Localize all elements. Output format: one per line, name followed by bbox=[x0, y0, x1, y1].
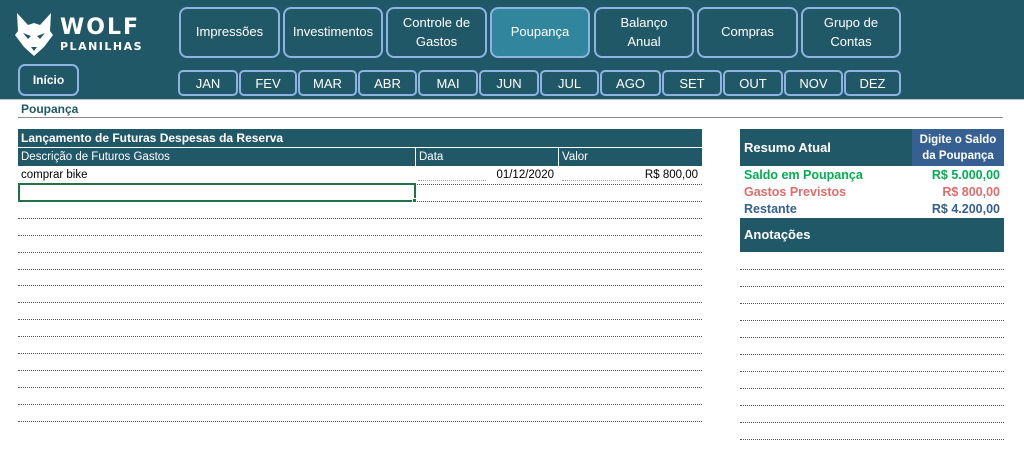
notes-line bbox=[740, 269, 1004, 270]
table-row-line bbox=[18, 218, 702, 219]
inicio-button[interactable]: Início bbox=[18, 64, 79, 96]
notes-line bbox=[740, 320, 1004, 321]
summary-value-gastos: R$ 800,00 bbox=[942, 185, 1000, 199]
notes-line bbox=[740, 337, 1004, 338]
table-row-line bbox=[18, 404, 702, 405]
table-row-line bbox=[18, 421, 702, 422]
notes-line bbox=[740, 405, 1004, 406]
summary-label-saldo: Saldo em Poupança bbox=[744, 168, 863, 182]
month-ago-button[interactable]: AGO bbox=[600, 70, 661, 96]
table-row-line bbox=[18, 285, 702, 286]
summary-value-saldo[interactable]: R$ 5.000,00 bbox=[932, 167, 1000, 184]
fill-handle[interactable] bbox=[412, 198, 417, 203]
notes-line bbox=[740, 354, 1004, 355]
expense-description-cell[interactable]: comprar bike bbox=[21, 167, 87, 183]
notes-line bbox=[740, 371, 1004, 372]
summary-label-restante: Restante bbox=[744, 202, 797, 216]
month-jul-button[interactable]: JUL bbox=[540, 70, 599, 96]
table-row-line bbox=[18, 302, 702, 303]
nav-impressoes-button[interactable]: Impressões bbox=[179, 7, 280, 58]
summary-label-gastos: Gastos Previstos bbox=[744, 185, 847, 199]
logo-subtitle: PLANILHAS bbox=[60, 39, 144, 53]
notes-line bbox=[740, 439, 1004, 440]
selected-cell[interactable] bbox=[18, 183, 416, 202]
month-abr-button[interactable]: ABR bbox=[358, 70, 417, 96]
summary-value-restante: R$ 4.200,00 bbox=[931, 202, 1000, 216]
wolf-head-icon bbox=[15, 13, 53, 56]
wolf-logo: WOLF PLANILHAS bbox=[14, 10, 144, 58]
notes-line bbox=[740, 422, 1004, 423]
month-dez-button[interactable]: DEZ bbox=[844, 70, 901, 96]
month-jan-button[interactable]: JAN bbox=[178, 70, 238, 96]
table-row-line bbox=[18, 387, 702, 388]
month-mar-button[interactable]: MAR bbox=[298, 70, 357, 96]
savings-input-note: Digite o Saldo da Poupança bbox=[912, 129, 1004, 166]
month-mai-button[interactable]: MAI bbox=[418, 70, 478, 96]
expenses-table-title: Lançamento de Futuras Despesas da Reserv… bbox=[18, 129, 702, 147]
date-dot-leader bbox=[418, 180, 486, 181]
table-row-line bbox=[18, 353, 702, 354]
table-row-line bbox=[18, 252, 702, 253]
month-jun-button[interactable]: JUN bbox=[479, 70, 539, 96]
value-dot-leader bbox=[562, 180, 640, 181]
notes-title: Anotações bbox=[740, 218, 1004, 252]
table-row-line bbox=[18, 336, 702, 337]
notes-line bbox=[740, 388, 1004, 389]
summary-row-gastos: Gastos Previstos R$ 800,00 bbox=[740, 184, 1004, 201]
column-header-description: Descrição de Futuros Gastos bbox=[18, 148, 415, 166]
table-row-line bbox=[18, 269, 702, 270]
column-header-value: Valor bbox=[559, 148, 702, 166]
month-fev-button[interactable]: FEV bbox=[239, 70, 297, 96]
month-set-button[interactable]: SET bbox=[662, 70, 722, 96]
summary-title: Resumo Atual bbox=[740, 129, 912, 166]
summary-row-restante: Restante R$ 4.200,00 bbox=[740, 201, 1004, 218]
month-out-button[interactable]: OUT bbox=[723, 70, 783, 96]
month-nov-button[interactable]: NOV bbox=[784, 70, 843, 96]
nav-controle-gastos-button[interactable]: Controle de Gastos bbox=[386, 7, 487, 58]
notes-line bbox=[740, 286, 1004, 287]
table-row-line bbox=[18, 235, 702, 236]
nav-grupo-contas-button[interactable]: Grupo de Contas bbox=[801, 7, 901, 58]
nav-compras-button[interactable]: Compras bbox=[697, 7, 798, 58]
nav-balanco-anual-button[interactable]: Balanço Anual bbox=[594, 7, 694, 58]
page-subtitle: Poupança bbox=[18, 100, 1003, 118]
table-row-line bbox=[18, 319, 702, 320]
summary-row-saldo: Saldo em Poupança R$ 5.000,00 bbox=[740, 167, 1004, 184]
nav-poupanca-button[interactable]: Poupança bbox=[490, 7, 590, 58]
column-header-date: Data bbox=[416, 148, 558, 166]
table-row-line bbox=[18, 370, 702, 371]
logo-title: WOLF bbox=[60, 14, 141, 40]
nav-investimentos-button[interactable]: Investimentos bbox=[283, 7, 383, 58]
notes-line bbox=[740, 303, 1004, 304]
